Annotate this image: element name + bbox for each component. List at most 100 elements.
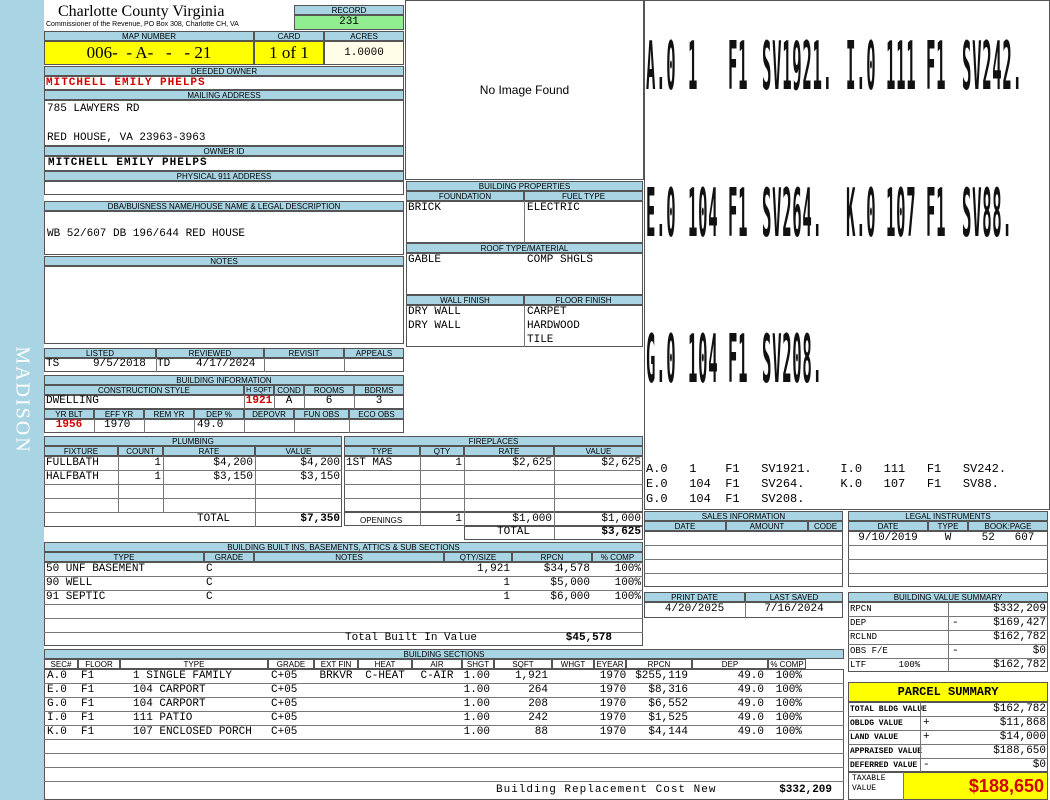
builtin-cell: C (206, 563, 213, 575)
sketch-label: 104 (688, 173, 719, 252)
roof-type: GABLE (408, 254, 442, 266)
sections-col: EXT FIN (314, 659, 358, 669)
effective-year: 1970 (104, 419, 131, 431)
section-cell: 1.00 (463, 670, 490, 682)
sketch-legend-line: G.0 104 F1 SV208. (646, 492, 805, 506)
builtin-cell: 100% (614, 563, 641, 575)
section-cell: C+05 (271, 726, 298, 738)
dep-label: DEP % (194, 409, 244, 419)
sketch-label: F1 (728, 26, 749, 105)
sketch-label: G.0 (646, 319, 677, 398)
taxable-value: $188,650 (904, 773, 1047, 799)
section-cell: 1.00 (463, 726, 490, 738)
bvs-divider (948, 644, 949, 658)
sketch-label: SV242. (962, 26, 1023, 105)
bvs-label: BUILDING VALUE SUMMARY (848, 592, 1048, 602)
bvs-value: $332,209 (993, 603, 1046, 615)
ecoobs-label: ECO OBS (349, 409, 404, 419)
section-cell: C+05 (271, 712, 298, 724)
fireplaces-label: FIREPLACES (344, 436, 643, 446)
fireplace-total: $3,625 (601, 526, 641, 538)
rooms-value: 6 (325, 395, 333, 407)
record-value: 231 (294, 15, 404, 30)
bvs-label: RCLND (850, 632, 878, 642)
floor-finish: TILE (527, 334, 554, 346)
sections-col: RPCN (626, 659, 692, 669)
section-cell: 242 (528, 712, 548, 724)
parcel-divider (920, 730, 921, 744)
county-name: Charlotte County Virginia (58, 3, 225, 20)
parcel-value: $0 (1032, 759, 1046, 771)
section-cell: 49.0 (737, 726, 764, 738)
sketch-legend-line: E.0 104 F1 SV264. K.0 107 F1 SV88. (646, 477, 999, 491)
openings-qty: 1 (455, 513, 462, 525)
sections-col: WHGT (552, 659, 594, 669)
parcel-value: $14,000 (999, 731, 1046, 743)
section-cell: F1 (81, 670, 95, 682)
wall-finish: DRY WALL (408, 306, 461, 318)
section-cell: 1.00 (463, 712, 490, 724)
bldg-props-label: BUILDING PROPERTIES (406, 181, 643, 191)
builtin-cell: 50 UNF BASEMENT (46, 563, 146, 575)
section-cell: 208 (528, 698, 548, 710)
builtins-col: NOTES (254, 552, 444, 562)
openings-rate: $1,000 (512, 513, 552, 525)
legal-col: DATE (848, 521, 928, 531)
sales-label: SALES INFORMATION (644, 511, 843, 521)
plumbing-total: $7,350 (300, 513, 340, 525)
hsqft-label: H SQFT (244, 385, 274, 395)
floor-finish: HARDWOOD (527, 320, 580, 332)
plumbing-rate: $3,150 (213, 471, 253, 483)
builtin-cell: 1,921 (476, 563, 510, 575)
section-cell: 49.0 (737, 712, 764, 724)
sections-col: HEAT (358, 659, 412, 669)
section-cell: 104 CARPORT (133, 684, 206, 696)
legal-label: LEGAL INSTRUMENTS (848, 511, 1048, 521)
builtin-cell: $34,578 (543, 563, 590, 575)
sketch-label: F1 (926, 26, 947, 105)
builtin-cell: C (206, 577, 213, 589)
section-cell: F1 (81, 712, 95, 724)
parcel-value: $11,868 (999, 717, 1046, 729)
listed-by: TS (46, 358, 60, 370)
section-divider (44, 781, 844, 782)
district-label: MADISON (11, 346, 34, 454)
section-cell: $1,525 (648, 712, 688, 724)
legal-col: TYPE (928, 521, 968, 531)
last-saved-label: LAST SAVED (745, 592, 843, 602)
bldg-info-label: BUILDING INFORMATION (44, 375, 404, 385)
bvs-divider (948, 658, 949, 672)
sketch-label: 107 (886, 173, 917, 252)
rooms-label: ROOMS (304, 385, 354, 395)
sketch-label: E.0 (646, 173, 677, 252)
bvs-divider (948, 616, 949, 630)
plumbing-col: VALUE (255, 446, 342, 456)
section-cell: F1 (81, 684, 95, 696)
section-cell: 1,921 (514, 670, 548, 682)
section-cell: 88 (534, 726, 548, 738)
map-number: 006- - A- - - 21 (44, 41, 254, 65)
builtin-cell: 100% (614, 591, 641, 603)
record-label: RECORD (294, 5, 404, 15)
fireplace-col: VALUE (554, 446, 643, 456)
sections-col: SQFT (494, 659, 552, 669)
bdrms-value: 3 (375, 395, 383, 407)
print-date-label: PRINT DATE (644, 592, 745, 602)
mailing-line2: RED HOUSE, VA 23963-3963 (47, 132, 206, 144)
section-cell: 49.0 (737, 670, 764, 682)
plumbing-value: $4,200 (300, 457, 340, 469)
section-cell: G.0 (47, 698, 67, 710)
section-cell: 100% (775, 684, 802, 696)
builtins-col: TYPE (44, 552, 204, 562)
fireplace-rate: $2,625 (512, 457, 552, 469)
section-cell: 100% (775, 712, 802, 724)
floor-label: FLOOR FINISH (524, 295, 643, 305)
mailing-label: MAILING ADDRESS (44, 90, 404, 100)
bvs-value: $162,782 (993, 631, 1046, 643)
section-divider (44, 739, 844, 740)
parcel-label: OBLDG VALUE (850, 719, 903, 728)
plumbing-fixture: HALFBATH (46, 471, 99, 483)
legal-col: BOOK:PAGE (968, 521, 1048, 531)
mailing-line1: 785 LAWYERS RD (47, 103, 140, 115)
sales-col: AMOUNT (726, 521, 808, 531)
